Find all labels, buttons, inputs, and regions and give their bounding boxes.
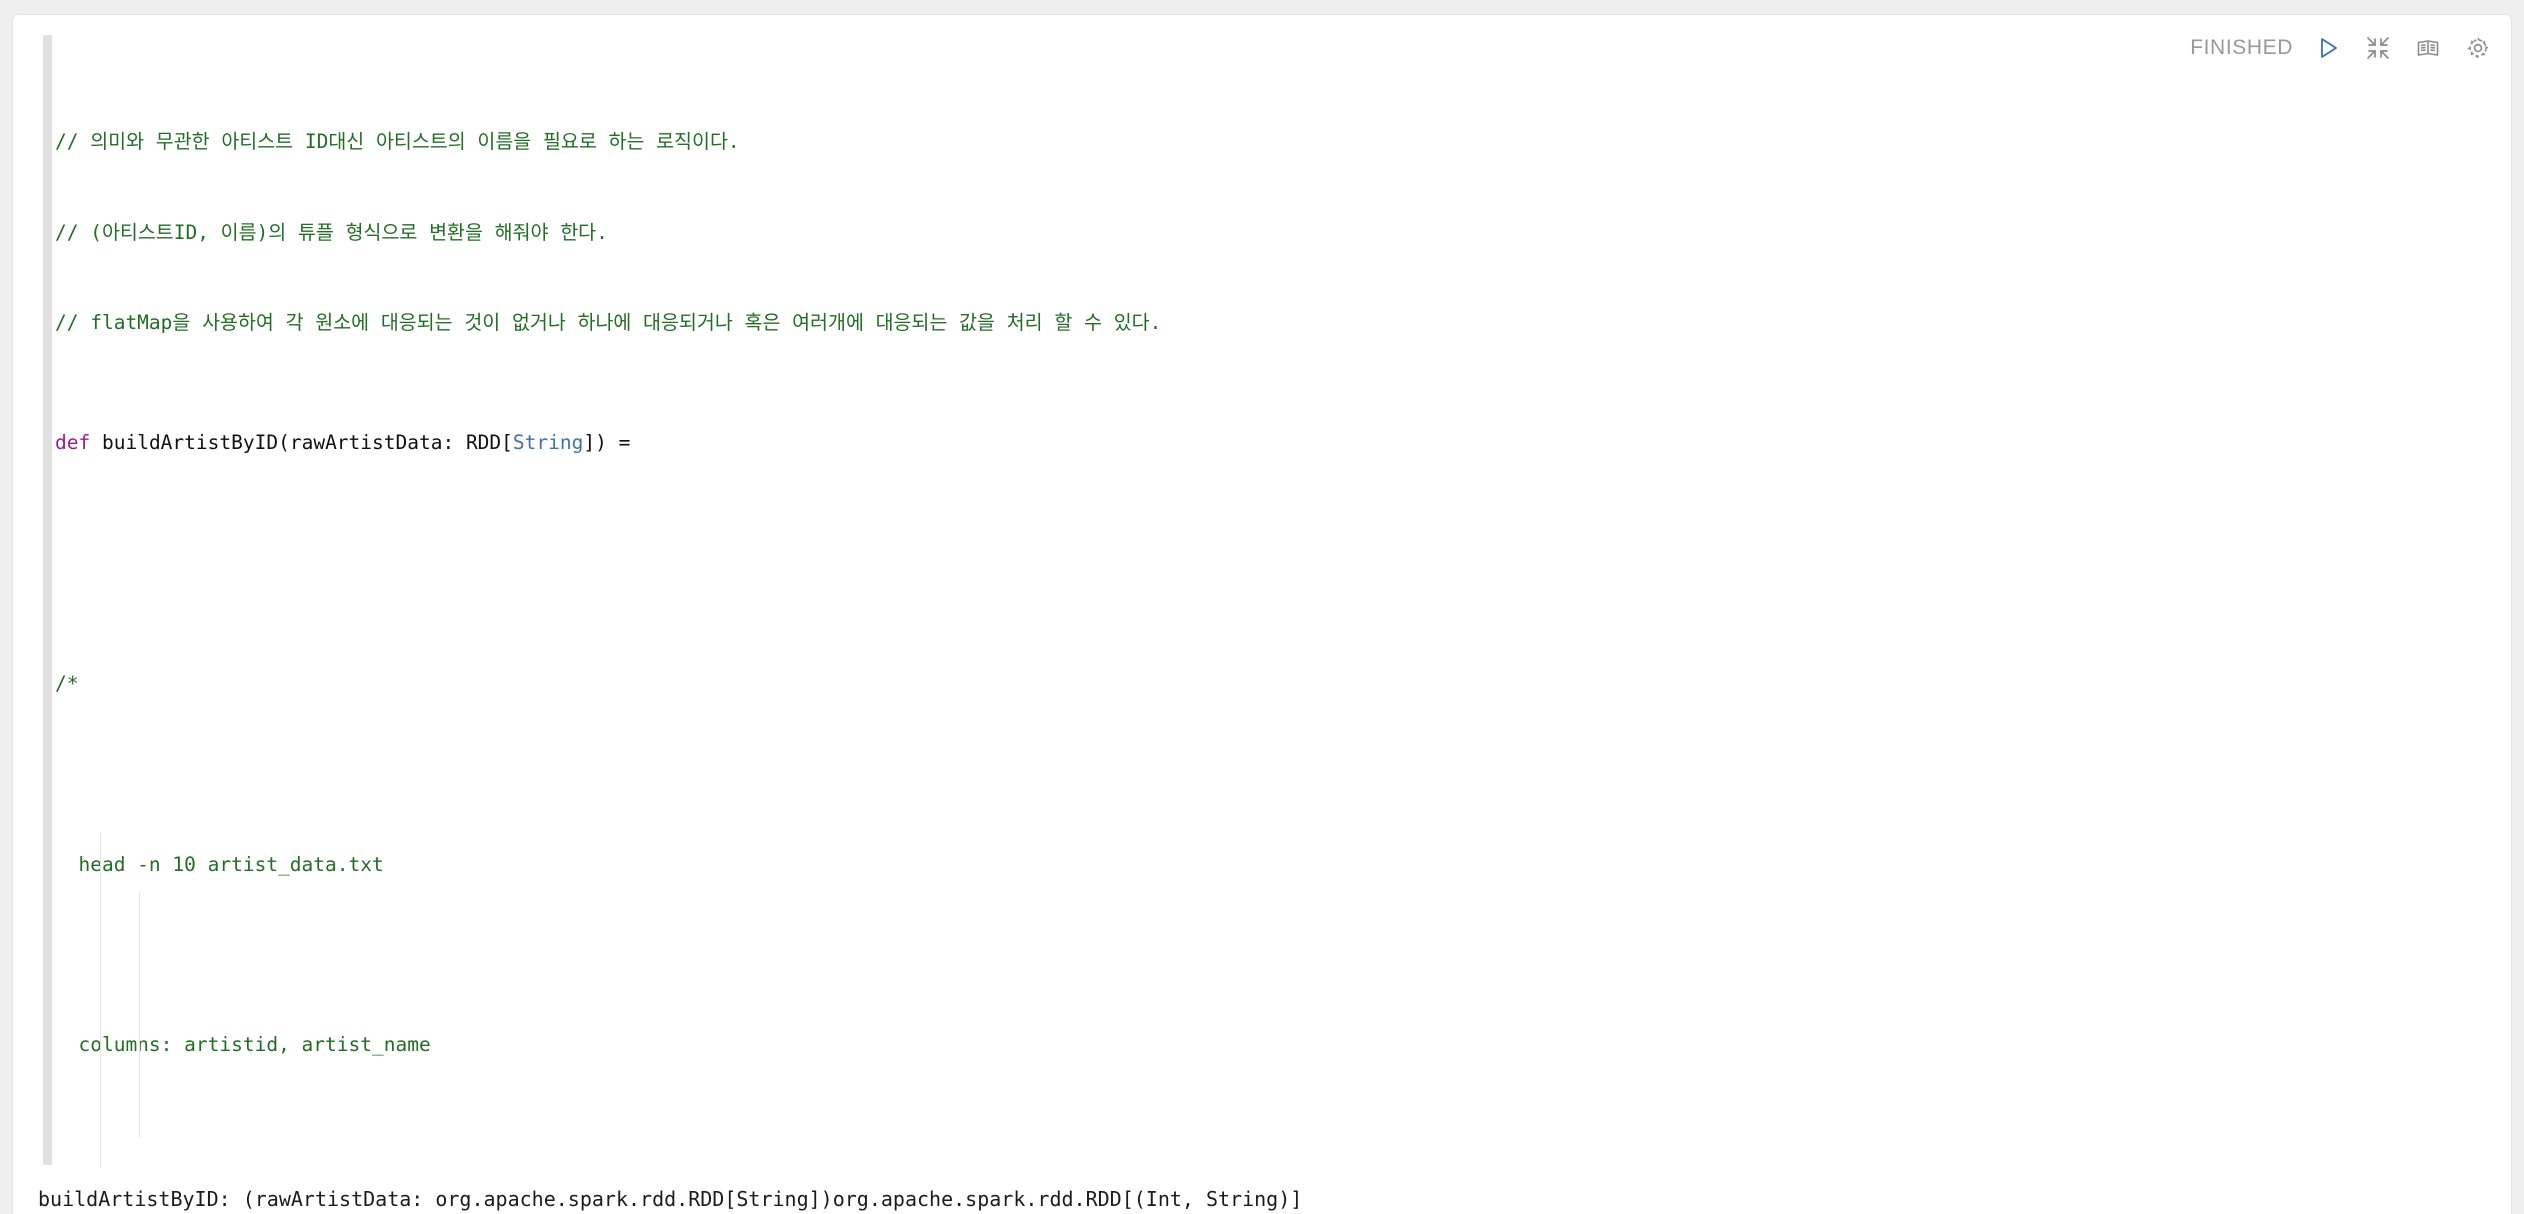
signature-tail: ]) = — [583, 431, 631, 455]
code-content[interactable]: // 의미와 무관한 아티스트 ID대신 아티스트의 이름을 필요로 하는 로직… — [55, 37, 1161, 1214]
columns-line: columns: artistid, artist_name — [78, 1033, 431, 1057]
code-line-def: def buildArtistByID(rawArtistData: RDD[S… — [55, 428, 1161, 458]
function-name: buildArtistByID — [101, 431, 279, 455]
block-comment-open: /* — [55, 671, 79, 695]
notebook-page: FINISHED // 의미와 무관한 아티스트 ID대신 아티스트의 이름을 … — [0, 0, 2524, 1214]
comment-line-3: // flatMap을 사용하여 각 원소에 대응되는 것이 없거나 하나에 대… — [55, 310, 1162, 334]
keyword-def: def — [55, 431, 91, 455]
code-line-block-open: /* — [55, 669, 1161, 699]
code-line: // (아티스트ID, 이름)의 튜플 형식으로 변환을 해줘야 한다. — [55, 218, 1161, 248]
code-line-head-cmd: head -n 10 artist_data.txt — [55, 850, 1161, 880]
code-editor[interactable]: // 의미와 무관한 아티스트 ID대신 아티스트의 이름을 필요로 하는 로직… — [13, 15, 2511, 1214]
code-line-columns: columns: artistid, artist_name — [55, 1030, 1161, 1060]
code-line: // flatMap을 사용하여 각 원소에 대응되는 것이 없거나 하나에 대… — [55, 308, 1161, 338]
editor-gutter — [43, 35, 52, 1165]
param-decl: rawArtistData: RDD[ — [289, 431, 513, 455]
head-command: head -n 10 artist_data.txt — [78, 852, 384, 876]
paragraph-card: FINISHED // 의미와 무관한 아티스트 ID대신 아티스트의 이름을 … — [12, 14, 2512, 1214]
result-output: buildArtistByID: (rawArtistData: org.apa… — [38, 1187, 1303, 1211]
indent-guide — [100, 832, 101, 1167]
comment-line-1: // 의미와 무관한 아티스트 ID대신 아티스트의 이름을 필요로 하는 로직… — [55, 130, 740, 154]
paren-open: ( — [278, 431, 290, 455]
code-line: // 의미와 무관한 아티스트 ID대신 아티스트의 이름을 필요로 하는 로직… — [55, 127, 1161, 157]
indent-guide — [139, 892, 140, 1137]
type-string: String — [512, 431, 584, 455]
comment-line-2: // (아티스트ID, 이름)의 튜플 형식으로 변환을 해줘야 한다. — [55, 220, 608, 244]
